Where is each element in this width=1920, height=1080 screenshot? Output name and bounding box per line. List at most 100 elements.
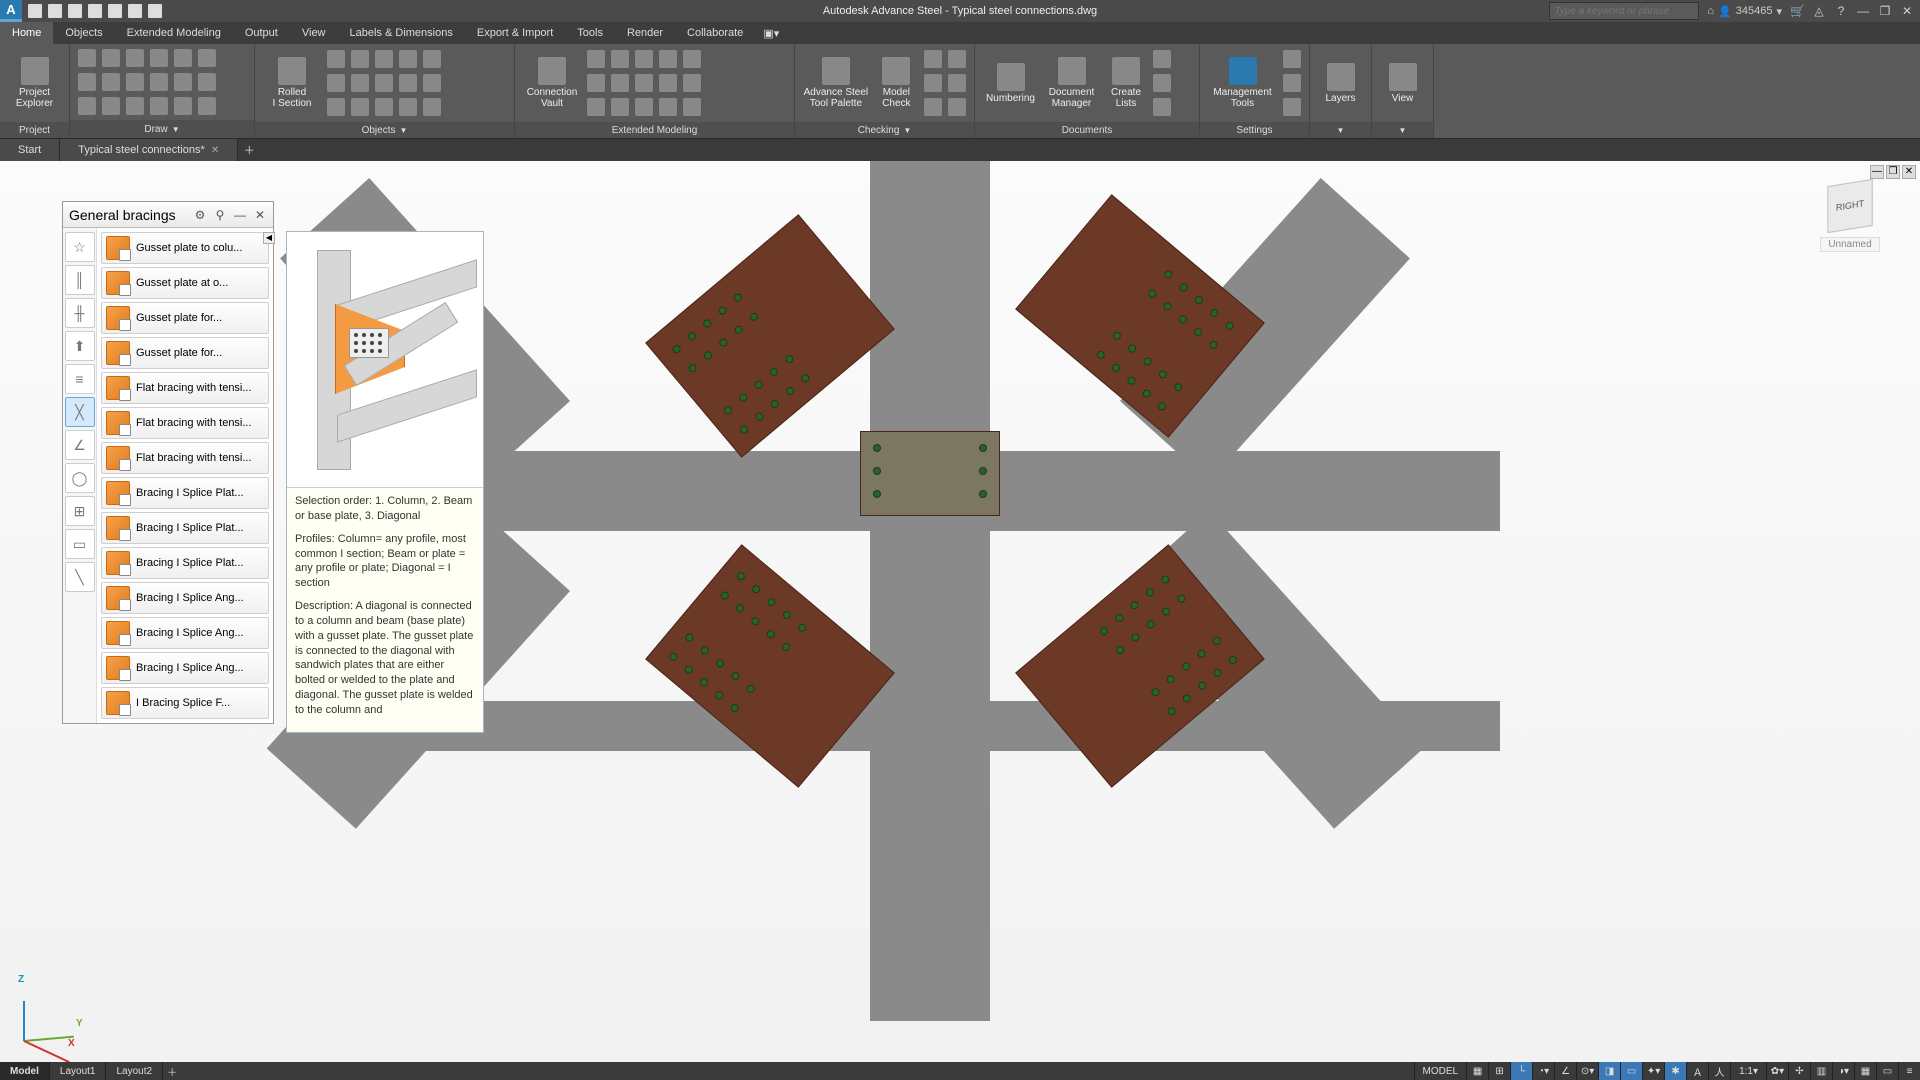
palette-item[interactable]: Gusset plate to colu... bbox=[101, 232, 269, 264]
minimize-window-button[interactable]: — bbox=[1856, 4, 1870, 18]
close-window-button[interactable]: ✕ bbox=[1900, 4, 1914, 18]
minimize-icon[interactable]: — bbox=[233, 208, 247, 222]
obj-icon[interactable] bbox=[327, 50, 345, 68]
palette-cat-plate[interactable]: ▭ bbox=[65, 529, 95, 559]
connection-vault-button[interactable]: Connection Vault bbox=[523, 48, 581, 118]
document-tab-start[interactable]: Start bbox=[0, 139, 60, 161]
ext-icon[interactable] bbox=[587, 74, 605, 92]
help-icon[interactable]: ? bbox=[1834, 4, 1848, 18]
check-icon[interactable] bbox=[948, 74, 966, 92]
check-icon[interactable] bbox=[924, 50, 942, 68]
grid-display-icon[interactable]: ⊞ bbox=[1488, 1062, 1510, 1080]
ray-icon[interactable] bbox=[102, 97, 120, 115]
mirror-icon[interactable] bbox=[198, 73, 216, 91]
xline-icon[interactable] bbox=[126, 97, 144, 115]
ribbon-tab-view[interactable]: View bbox=[290, 22, 338, 44]
document-manager-button[interactable]: Document Manager bbox=[1044, 48, 1099, 118]
close-icon[interactable]: ✕ bbox=[253, 208, 267, 222]
palette-cat-purlin[interactable]: ≡ bbox=[65, 364, 95, 394]
ext-icon[interactable] bbox=[635, 50, 653, 68]
palette-cat-angle[interactable]: ∠ bbox=[65, 430, 95, 460]
palette-item[interactable]: Bracing I Splice Ang... bbox=[101, 582, 269, 614]
doc-icon[interactable] bbox=[1153, 50, 1171, 68]
qat-open-icon[interactable] bbox=[48, 4, 62, 18]
clean-screen-icon[interactable]: ▭ bbox=[1876, 1062, 1898, 1080]
rotate-icon[interactable] bbox=[174, 73, 192, 91]
status-model-label[interactable]: MODEL bbox=[1414, 1062, 1467, 1080]
ext-icon[interactable] bbox=[635, 74, 653, 92]
customize-icon[interactable]: ≡ bbox=[1898, 1062, 1920, 1080]
advance-steel-tool-palette-button[interactable]: Advance Steel Tool Palette bbox=[803, 48, 869, 118]
project-explorer-button[interactable]: Project Explorer bbox=[8, 48, 61, 118]
palette-item[interactable]: Gusset plate at o... bbox=[101, 267, 269, 299]
palette-item[interactable]: Bracing I Splice Ang... bbox=[101, 617, 269, 649]
ribbon-overflow-icon[interactable]: ▣▾ bbox=[755, 22, 787, 44]
palette-item[interactable]: Flat bracing with tensi... bbox=[101, 372, 269, 404]
palette-cat-beam[interactable]: ╫ bbox=[65, 298, 95, 328]
panel-title-checking[interactable]: Checking▼ bbox=[795, 122, 974, 138]
rect-icon[interactable] bbox=[150, 49, 168, 67]
create-lists-button[interactable]: Create Lists bbox=[1105, 48, 1147, 118]
view-button[interactable]: View bbox=[1380, 48, 1425, 118]
minimize-viewport-button[interactable]: — bbox=[1870, 165, 1884, 179]
palette-header[interactable]: General bracings ⚙ ⚲ — ✕ bbox=[63, 202, 273, 228]
qat-print-icon[interactable] bbox=[108, 4, 122, 18]
ext-icon[interactable] bbox=[659, 50, 677, 68]
polyline-icon[interactable] bbox=[102, 49, 120, 67]
check-icon[interactable] bbox=[948, 98, 966, 116]
management-tools-button[interactable]: Management Tools bbox=[1208, 48, 1277, 118]
move-icon[interactable] bbox=[174, 49, 192, 67]
ribbon-tab-labels-dimensions[interactable]: Labels & Dimensions bbox=[338, 22, 465, 44]
palette-cat-stair[interactable]: ╲ bbox=[65, 562, 95, 592]
polygon-icon[interactable] bbox=[78, 97, 96, 115]
obj-icon[interactable] bbox=[351, 50, 369, 68]
palette-item[interactable]: Gusset plate for... bbox=[101, 337, 269, 369]
ext-icon[interactable] bbox=[611, 98, 629, 116]
3d-osnap-icon[interactable]: ✦▾ bbox=[1642, 1062, 1664, 1080]
app-logo[interactable]: A bbox=[0, 0, 22, 22]
close-tab-icon[interactable]: ✕ bbox=[211, 145, 219, 156]
ext-icon[interactable] bbox=[611, 74, 629, 92]
ext-icon[interactable] bbox=[611, 50, 629, 68]
numbering-button[interactable]: Numbering bbox=[983, 48, 1038, 118]
hardware-accel-icon[interactable]: ▦ bbox=[1854, 1062, 1876, 1080]
palette-item[interactable]: Flat bracing with tensi... bbox=[101, 407, 269, 439]
qat-undo-icon[interactable] bbox=[128, 4, 142, 18]
osnap-toggle-icon[interactable]: ∠ bbox=[1554, 1062, 1576, 1080]
palette-cat-tube[interactable]: ◯ bbox=[65, 463, 95, 493]
settings-icon[interactable] bbox=[1283, 98, 1301, 116]
ribbon-tab-export-import[interactable]: Export & Import bbox=[465, 22, 565, 44]
spline-icon[interactable] bbox=[102, 73, 120, 91]
palette-item[interactable]: Flat bracing with tensi... bbox=[101, 442, 269, 474]
circle-icon[interactable] bbox=[78, 73, 96, 91]
ext-icon[interactable] bbox=[587, 50, 605, 68]
ribbon-tab-tools[interactable]: Tools bbox=[565, 22, 615, 44]
ext-icon[interactable] bbox=[683, 50, 701, 68]
panel-view-dropdown[interactable]: ▼ bbox=[1372, 122, 1433, 138]
layout-tab-model[interactable]: Model bbox=[0, 1062, 50, 1080]
ribbon-tab-render[interactable]: Render bbox=[615, 22, 675, 44]
palette-cat-joint[interactable]: ⊞ bbox=[65, 496, 95, 526]
model-viewport[interactable]: — ❐ ✕ bbox=[0, 161, 1920, 1062]
ext-icon[interactable] bbox=[683, 98, 701, 116]
ribbon-tab-collaborate[interactable]: Collaborate bbox=[675, 22, 755, 44]
trim-icon[interactable] bbox=[174, 97, 192, 115]
dynamic-ucs-icon[interactable]: ◨ bbox=[1598, 1062, 1620, 1080]
obj-icon[interactable] bbox=[399, 50, 417, 68]
user-account[interactable]: ⌂ 👤 345465 ▾ bbox=[1707, 5, 1782, 18]
settings-icon[interactable] bbox=[1283, 50, 1301, 68]
ext-icon[interactable] bbox=[635, 98, 653, 116]
fullscreen-icon[interactable]: ✢ bbox=[1788, 1062, 1810, 1080]
qat-new-icon[interactable] bbox=[28, 4, 42, 18]
obj-icon[interactable] bbox=[399, 74, 417, 92]
app-exchange-icon[interactable]: ◬ bbox=[1812, 4, 1826, 18]
ext-icon[interactable] bbox=[659, 74, 677, 92]
arc-icon[interactable] bbox=[126, 49, 144, 67]
ortho-toggle-icon[interactable]: └ bbox=[1510, 1062, 1532, 1080]
monitor-icon[interactable]: 人 bbox=[1708, 1062, 1730, 1080]
palette-item[interactable]: Bracing I Splice Plat... bbox=[101, 512, 269, 544]
viewcube-face[interactable]: RIGHT bbox=[1827, 179, 1872, 233]
qat-saveas-icon[interactable] bbox=[88, 4, 102, 18]
ribbon-tab-home[interactable]: Home bbox=[0, 22, 53, 44]
isolate-icon[interactable]: ◑▾ bbox=[1832, 1062, 1854, 1080]
